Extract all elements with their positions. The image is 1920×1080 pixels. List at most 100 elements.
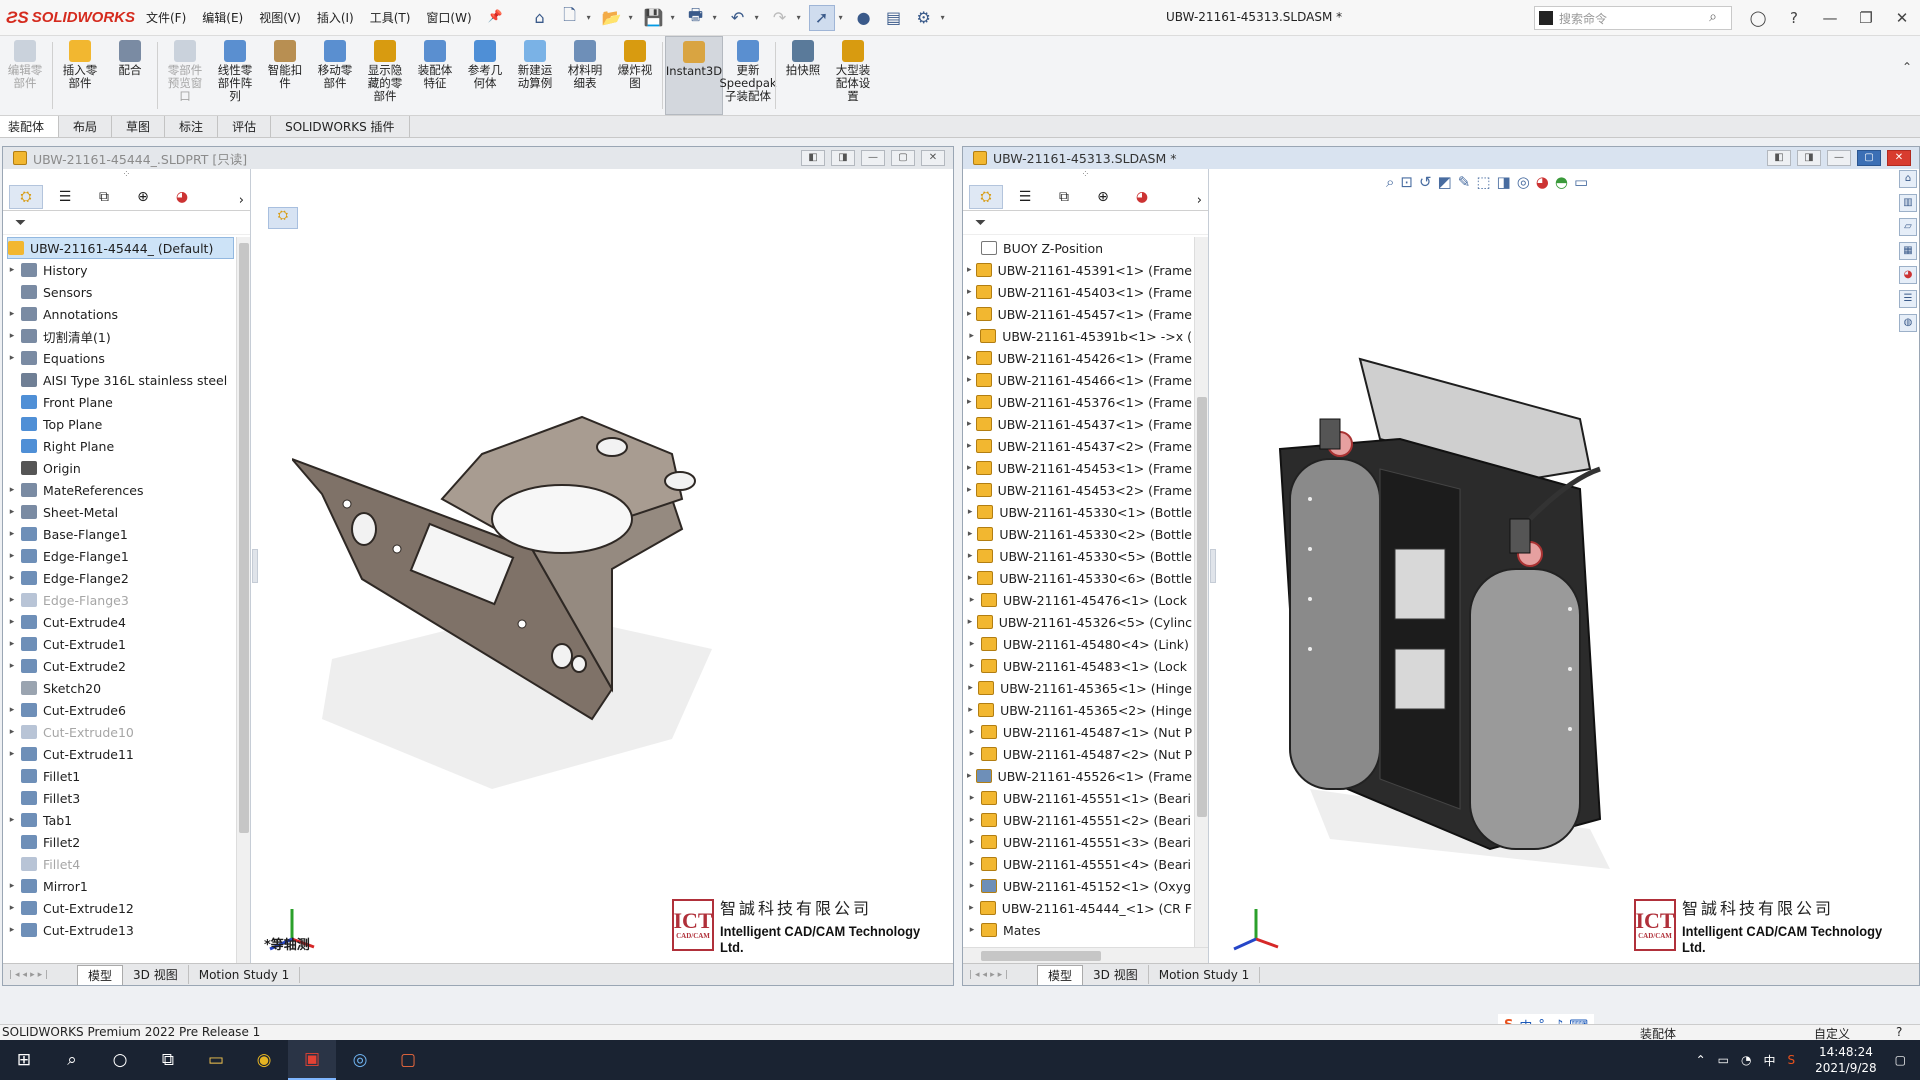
component-item[interactable]: ▸ UBW-21161-45480<4> (Link)	[963, 633, 1192, 655]
expand-arrow-icon[interactable]: ▸	[3, 265, 21, 275]
component-item[interactable]: ▸ UBW-21161-45457<1> (Frame	[963, 303, 1192, 325]
redo-icon[interactable]: ↷	[767, 5, 793, 31]
cmd-button-3[interactable]: 零部件预览窗口	[160, 36, 210, 115]
expand-arrow-icon[interactable]: ▸	[3, 661, 21, 671]
file-properties-icon[interactable]: ▤	[881, 5, 907, 31]
display-manager-tab-icon[interactable]: ◕	[1125, 185, 1159, 209]
close-window-button[interactable]: ✕	[1887, 150, 1911, 166]
tree-item[interactable]: ▸ Mirror1	[3, 875, 234, 897]
tree-item[interactable]: ▸ Edge-Flange3	[3, 589, 234, 611]
maximize-window-button[interactable]: ▢	[891, 150, 915, 166]
menu-insert[interactable]: 插入(I)	[309, 9, 362, 26]
pin-icon[interactable]: 📌	[480, 9, 511, 26]
minimize-window-button[interactable]: —	[861, 150, 885, 166]
component-item[interactable]: ▸ UBW-21161-45551<1> (Beari	[963, 787, 1192, 809]
configuration-tab-icon[interactable]: ⧉	[1047, 185, 1081, 209]
cmd-button-7[interactable]: 显示隐藏的零部件	[360, 36, 410, 115]
expand-arrow-icon[interactable]: ▸	[963, 793, 981, 803]
component-item[interactable]: ▸ UBW-21161-45330<1> (Bottle	[963, 501, 1192, 523]
selected-part-icon[interactable]: ⛭	[268, 207, 298, 229]
minimize-window-button[interactable]: —	[1827, 150, 1851, 166]
wifi-icon[interactable]: ◔	[1741, 1053, 1751, 1067]
tab-motion-study[interactable]: Motion Study 1	[189, 966, 301, 983]
search-commands-input[interactable]: 搜索命令 ⌕	[1534, 6, 1732, 30]
view-palette-icon[interactable]: ▦	[1899, 242, 1917, 260]
cmd-button-15[interactable]: 拍快照	[778, 36, 828, 115]
traffic-light-icon[interactable]: ●	[851, 5, 877, 31]
tree-item[interactable]: ▸ Cut-Extrude4	[3, 611, 234, 633]
component-item[interactable]: ▸ UBW-21161-45453<1> (Frame	[963, 457, 1192, 479]
expand-arrow-icon[interactable]: ▸	[3, 507, 21, 517]
cmd-button-10[interactable]: 新建运动算例	[510, 36, 560, 115]
cmd-button-8[interactable]: 装配体特征	[410, 36, 460, 115]
solidworks-taskbar-icon[interactable]: ▣	[288, 1040, 336, 1080]
component-item[interactable]: BUOY Z-Position	[963, 237, 1192, 259]
section-view-icon[interactable]: ◩	[1438, 173, 1452, 191]
expand-arrow-icon[interactable]: ▸	[3, 309, 21, 319]
expand-arrow-icon[interactable]: ▸	[3, 353, 21, 363]
save-icon[interactable]: 💾	[641, 5, 667, 31]
cmd-button-6[interactable]: 移动零部件	[310, 36, 360, 115]
expand-arrow-icon[interactable]: ▸	[963, 727, 981, 737]
component-item[interactable]: ▸ UBW-21161-45551<2> (Beari	[963, 809, 1192, 831]
expand-arrow-icon[interactable]: ▸	[3, 617, 21, 627]
input-language[interactable]: 中	[1763, 1052, 1775, 1069]
part-graphics-area[interactable]: ⛭ *等轴测 ICT CAD/CAM 智誠科技有限公司 Intelligent …	[252, 169, 953, 963]
undo-icon[interactable]: ↶	[725, 5, 751, 31]
help-icon[interactable]: ?	[1776, 9, 1812, 27]
tree-item[interactable]: ▸ Edge-Flange2	[3, 567, 234, 589]
close-window-button[interactable]: ✕	[921, 150, 945, 166]
tree-item[interactable]: ▸ Equations	[3, 347, 234, 369]
expand-arrow-icon[interactable]: ▸	[963, 771, 976, 781]
component-item[interactable]: ▸ UBW-21161-45476<1> (Lock	[963, 589, 1192, 611]
expand-arrow-icon[interactable]: ▸	[3, 595, 21, 605]
expand-arrow-icon[interactable]: ▸	[3, 881, 21, 891]
tab-scroll-arrows[interactable]: |◂◂▸▸|	[963, 970, 1037, 980]
select-pointer-icon[interactable]: ➚	[808, 4, 835, 31]
solidworks-forum-icon[interactable]: ◍	[1899, 314, 1917, 332]
file-explorer-icon[interactable]: ▭	[192, 1040, 240, 1080]
component-item[interactable]: ▸ UBW-21161-45483<1> (Lock	[963, 655, 1192, 677]
expand-arrow-icon[interactable]: ▸	[3, 815, 21, 825]
tab-3d-views[interactable]: 3D 视图	[123, 965, 189, 984]
tree-item[interactable]: Origin	[3, 457, 234, 479]
tree-item[interactable]: ▸ Cut-Extrude11	[3, 743, 234, 765]
solidworks-logo[interactable]: ƧS SOLIDWORKS	[0, 0, 135, 36]
file-explorer-icon[interactable]: ▱	[1899, 218, 1917, 236]
tree-item[interactable]: Front Plane	[3, 391, 234, 413]
tab-evaluate[interactable]: 评估	[218, 116, 272, 137]
tab-sketch[interactable]: 草图	[112, 116, 166, 137]
more-tabs-arrow-icon[interactable]: ›	[239, 188, 244, 212]
tree-item[interactable]: ▸ Tab1	[3, 809, 234, 831]
configuration-tab-icon[interactable]: ⧉	[87, 185, 121, 209]
tree-item[interactable]: ▸ 切割清单(1)	[3, 325, 234, 347]
edit-appearance-icon[interactable]: ◕	[1536, 173, 1549, 191]
cmd-button-1[interactable]: 插入零部件	[55, 36, 105, 115]
expand-arrow-icon[interactable]: ▸	[963, 397, 976, 407]
tree-item[interactable]: ▸ Cut-Extrude10	[3, 721, 234, 743]
expand-arrow-icon[interactable]: ▸	[3, 529, 21, 539]
chrome-icon[interactable]: ◉	[240, 1040, 288, 1080]
expand-arrow-icon[interactable]: ▸	[3, 903, 21, 913]
tab-addins[interactable]: SOLIDWORKS 插件	[271, 116, 410, 137]
cmd-button-5[interactable]: 智能扣件	[260, 36, 310, 115]
tree-scrollbar[interactable]	[236, 237, 250, 963]
expand-arrow-icon[interactable]: ▸	[963, 925, 981, 935]
tile-left-button[interactable]: ◧	[801, 150, 825, 166]
tree-item[interactable]: AISI Type 316L stainless steel	[3, 369, 234, 391]
cmd-button-4[interactable]: 线性零部件阵列	[210, 36, 260, 115]
expand-arrow-icon[interactable]: ▸	[963, 815, 981, 825]
component-item[interactable]: ▸ UBW-21161-45330<6> (Bottle	[963, 567, 1192, 589]
display-manager-tab-icon[interactable]: ◕	[165, 185, 199, 209]
tree-item[interactable]: ▸ Base-Flange1	[3, 523, 234, 545]
component-item[interactable]: ▸ UBW-21161-45551<4> (Beari	[963, 853, 1192, 875]
expand-arrow-icon[interactable]: ▸	[963, 705, 978, 715]
splitter-handle[interactable]	[1210, 549, 1216, 583]
panel-grip[interactable]: ⁘	[3, 169, 250, 183]
display-style-icon[interactable]: ◨	[1497, 173, 1511, 191]
cmd-button-2[interactable]: 配合	[105, 36, 155, 115]
options-gear-icon[interactable]: ⚙	[911, 5, 937, 31]
apply-scene-icon[interactable]: ◓	[1555, 173, 1568, 191]
tree-item[interactable]: Fillet3	[3, 787, 234, 809]
component-item[interactable]: ▸ UBW-21161-45426<1> (Frame	[963, 347, 1192, 369]
